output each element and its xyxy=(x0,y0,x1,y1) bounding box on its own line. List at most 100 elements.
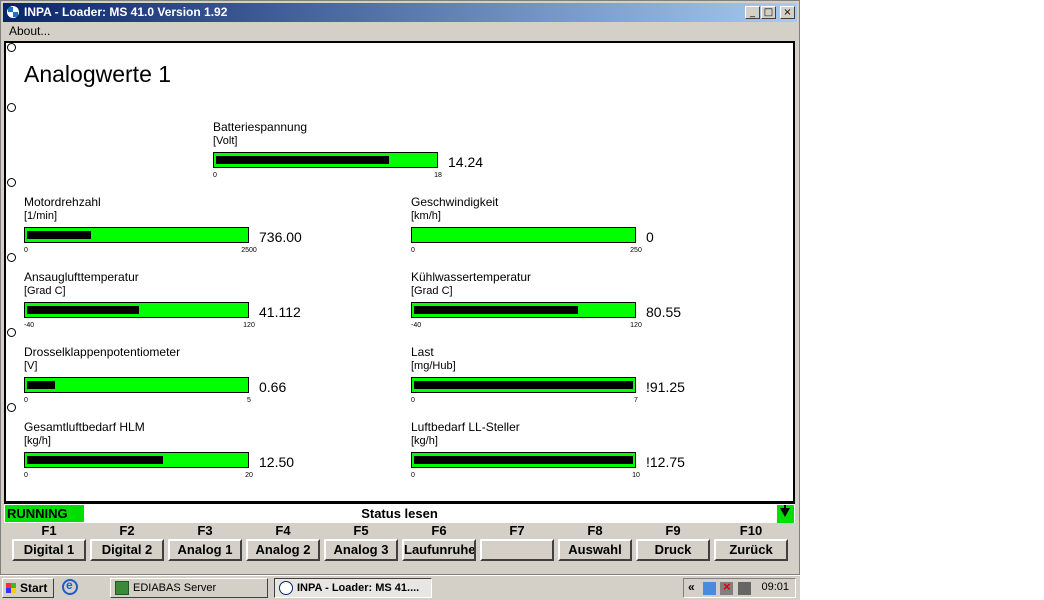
gauge: Geschwindigkeit [km/h] 0 0 250 xyxy=(411,195,711,265)
gauge-max: 18 xyxy=(434,172,442,179)
gauge-unit: [kg/h] xyxy=(24,435,51,447)
gauge-min: 0 xyxy=(24,472,28,479)
page-title: Analogwerte 1 xyxy=(24,61,172,87)
fkey-label: F6 xyxy=(431,523,447,538)
gauge-bar xyxy=(213,152,438,168)
start-label: Start xyxy=(20,581,48,595)
gauge-bar xyxy=(24,452,249,468)
gauge-unit: [mg/Hub] xyxy=(411,360,456,372)
fkey-f7: F7 xyxy=(480,522,554,561)
status-text: Status lesen xyxy=(361,506,438,521)
gauge-min: 0 xyxy=(411,247,415,254)
gauge-unit: [1/min] xyxy=(24,210,58,222)
gauge-fill xyxy=(27,456,163,464)
gauge-fill xyxy=(27,381,55,389)
fkey-button[interactable]: Analog 3 xyxy=(324,539,398,561)
gauge-min: 0 xyxy=(213,172,217,179)
gauge-bar xyxy=(411,227,636,243)
ring-marker xyxy=(7,253,16,262)
gauge-value: 0 xyxy=(646,229,654,245)
status-row: RUNNING Status lesen xyxy=(4,503,795,523)
gauge-min: 0 xyxy=(411,472,415,479)
gauge-bar xyxy=(411,452,636,468)
title-bar[interactable]: INPA - Loader: MS 41.0 Version 1.92 _ □ … xyxy=(3,3,797,22)
gauge-max: 7 xyxy=(634,397,638,404)
gauge: Motordrehzahl [1/min] 736.00 0 2500 xyxy=(24,195,324,265)
gauge-value: 14.24 xyxy=(448,154,484,170)
gauge-max: 120 xyxy=(630,322,642,329)
windows-logo-icon xyxy=(6,583,16,593)
fkey-label: F7 xyxy=(509,523,525,538)
gauge-max: 250 xyxy=(630,247,642,254)
volume-muted-icon[interactable] xyxy=(720,579,733,595)
ring-marker xyxy=(7,403,16,412)
gauge-bar xyxy=(411,302,636,318)
fkey-label: F9 xyxy=(665,523,681,538)
gauge-value: !91.25 xyxy=(646,379,685,395)
internet-explorer-icon[interactable] xyxy=(62,578,78,595)
fkey-button[interactable]: Analog 2 xyxy=(246,539,320,561)
gauge-label: Ansauglufttemperatur xyxy=(24,270,139,284)
gauge-fill xyxy=(414,381,633,389)
gauge-bar xyxy=(24,377,249,393)
fkey-label: F1 xyxy=(41,523,57,538)
gauge-label: Luftbedarf LL-Steller xyxy=(411,420,520,434)
taskbar-item-inpa[interactable]: INPA - Loader: MS 41.... xyxy=(274,578,432,598)
taskbar: Start EDIABAS Server INPA - Loader: MS 4… xyxy=(0,575,800,600)
fkey-f8: F8 Auswahl xyxy=(558,522,632,561)
minimize-button[interactable]: _ xyxy=(745,6,760,19)
vmware-tools-icon[interactable] xyxy=(738,582,751,595)
gauge-label: Batteriespannung xyxy=(213,120,308,134)
gauge-min: 0 xyxy=(24,247,28,254)
fkey-button[interactable] xyxy=(480,539,554,561)
fkey-button[interactable]: Auswahl xyxy=(558,539,632,561)
gauge: Drosselklappenpotentiometer [V] 0.66 0 5 xyxy=(24,345,324,415)
taskbar-item-ediabas[interactable]: EDIABAS Server xyxy=(110,578,268,598)
gauge: Gesamtluftbedarf HLM [kg/h] 12.50 0 20 xyxy=(24,420,324,490)
bmw-logo-icon xyxy=(279,581,293,595)
fkey-f10: F10 Zurück xyxy=(714,522,788,561)
fkey-f9: F9 Druck xyxy=(636,522,710,561)
ring-marker xyxy=(7,103,16,112)
gauge: Ansauglufttemperatur [Grad C] 41.112 -40 120 xyxy=(24,270,324,340)
ring-marker xyxy=(7,178,16,187)
start-button[interactable]: Start xyxy=(2,578,54,598)
gauge-bar xyxy=(411,377,636,393)
network-icon[interactable] xyxy=(703,582,716,595)
menu-about[interactable]: About... xyxy=(9,24,50,38)
gauge-max: 120 xyxy=(243,322,255,329)
maximize-button[interactable]: □ xyxy=(761,6,776,19)
tray-expand-button[interactable]: « xyxy=(688,580,695,594)
gauge-value: 0.66 xyxy=(259,379,287,395)
fkey-button[interactable]: Zurück xyxy=(714,539,788,561)
gauge-label: Gesamtluftbedarf HLM xyxy=(24,420,145,434)
gauge-value: !12.75 xyxy=(646,454,685,470)
fkey-button[interactable]: Analog 1 xyxy=(168,539,242,561)
fkey-f1: F1 Digital 1 xyxy=(12,522,86,561)
gauge-value: 80.55 xyxy=(646,304,682,320)
gauge-label: Kühlwassertemperatur xyxy=(411,270,532,284)
fkey-button[interactable]: Digital 2 xyxy=(90,539,164,561)
fkey-button[interactable]: Druck xyxy=(636,539,710,561)
gauge-fill xyxy=(414,456,633,464)
gauge-unit: [Volt] xyxy=(213,135,238,147)
gauge-max: 5 xyxy=(247,397,251,404)
fkey-f4: F4 Analog 2 xyxy=(246,522,320,561)
gauge-value: 41.112 xyxy=(259,304,301,320)
gauge: Last [mg/Hub] !91.25 0 7 xyxy=(411,345,711,415)
gauge-min: 0 xyxy=(24,397,28,404)
menu-bar: About... xyxy=(3,22,797,40)
gauge-label: Drosselklappenpotentiometer xyxy=(24,345,181,359)
window-title: INPA - Loader: MS 41.0 Version 1.92 xyxy=(24,5,228,19)
close-button[interactable]: × xyxy=(780,6,795,19)
fkey-button[interactable]: Laufunruhe xyxy=(402,539,476,561)
gauge-min: 0 xyxy=(411,397,415,404)
ring-marker xyxy=(7,328,16,337)
fkey-f2: F2 Digital 2 xyxy=(90,522,164,561)
fkey-label: F4 xyxy=(275,523,291,538)
fkey-button[interactable]: Digital 1 xyxy=(12,539,86,561)
gauge-bar xyxy=(24,302,249,318)
bmw-logo-icon[interactable] xyxy=(6,5,20,19)
gauge-label: Last xyxy=(411,345,434,359)
clock: 09:01 xyxy=(761,581,789,593)
